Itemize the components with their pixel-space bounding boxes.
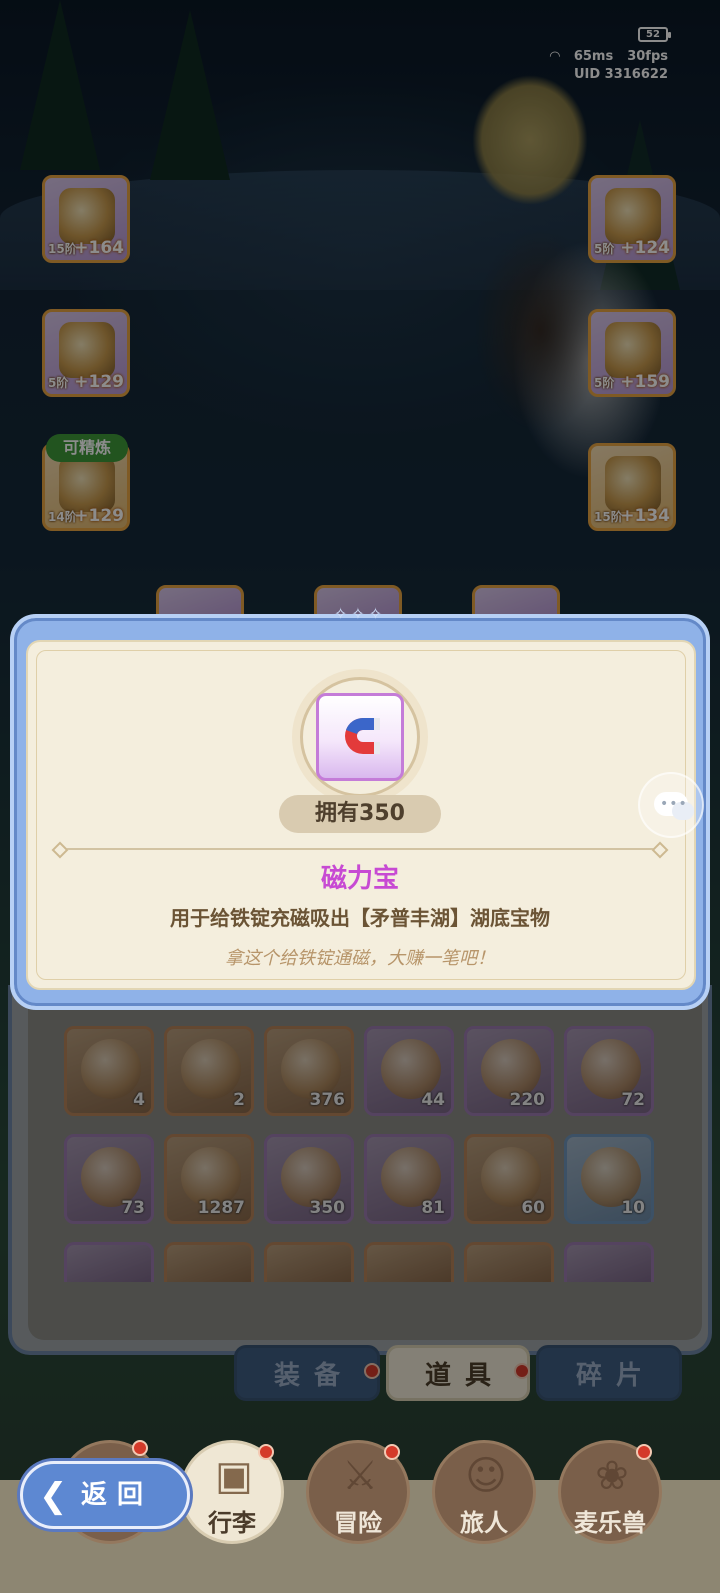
item-flavor-text: 拿这个给铁锭通磁，大赚一笔吧！ xyxy=(225,948,495,969)
notification-dot xyxy=(258,1444,274,1460)
sparkle-deco-icon: ✧✧✧ xyxy=(333,604,387,623)
notification-dot xyxy=(132,1440,148,1456)
back-button[interactable]: ❮ 返回 xyxy=(20,1461,190,1529)
chat-button[interactable]: ••• xyxy=(638,772,704,838)
item-icon-frame xyxy=(316,693,404,781)
notification-dot xyxy=(636,1444,652,1460)
item-description: 用于给铁锭充磁吸出【矛普丰湖】湖底宝物 xyxy=(170,906,550,930)
notification-dot xyxy=(384,1444,400,1460)
nav-traveler[interactable]: ☺ 旅人 xyxy=(432,1440,536,1544)
back-label: 返回 xyxy=(81,1480,154,1510)
nav-label: 旅人 xyxy=(460,1509,508,1537)
item-name: 磁力宝 xyxy=(320,864,399,894)
chat-dots: ••• xyxy=(660,796,688,812)
magnet-icon xyxy=(345,718,380,754)
nav-label: 麦乐兽 xyxy=(574,1509,646,1537)
pet-icon: ❀ xyxy=(595,1453,629,1499)
swords-icon: ⚔ xyxy=(342,1453,378,1499)
back-arrow-icon: ❮ xyxy=(39,1476,68,1516)
nav-label: 行李 xyxy=(208,1509,256,1537)
nav-label: 冒险 xyxy=(334,1509,382,1537)
traveler-icon: ☺ xyxy=(465,1453,507,1499)
divider xyxy=(60,848,660,850)
luggage-icon: ▣ xyxy=(215,1453,253,1499)
owned-count: 拥有350 xyxy=(279,795,441,833)
